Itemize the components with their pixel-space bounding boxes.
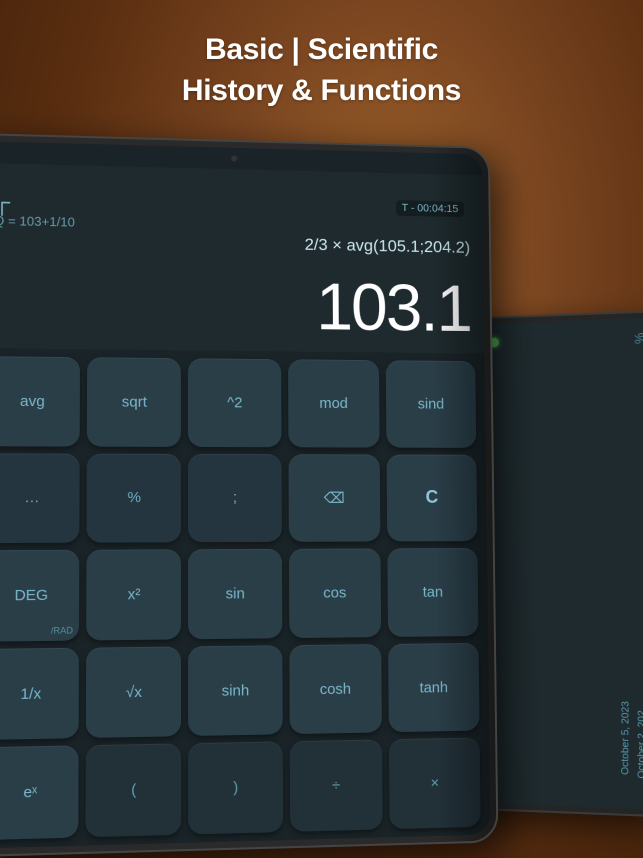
key-label: sin <box>226 585 245 602</box>
key--[interactable]: ( <box>86 744 182 838</box>
key-C[interactable]: C <box>386 454 477 542</box>
key-label: sinh <box>222 682 250 700</box>
key-label: avg <box>20 393 45 410</box>
title-area: Basic | Scientific History & Functions <box>0 30 643 111</box>
tablet-screen: ┌ T - 00:04:15 Q = 103+1/10 2/3 × avg(10… <box>0 141 491 849</box>
key-sublabel: /RAD <box>51 625 73 635</box>
key--[interactable]: ) <box>188 742 282 835</box>
history-date-1: October 5, 2023 <box>620 701 631 775</box>
key-DEG[interactable]: DEG/RAD <box>0 550 79 641</box>
key--[interactable]: % <box>87 453 182 543</box>
key-sind[interactable]: sind <box>386 360 477 447</box>
key-label: √x <box>126 683 142 701</box>
key--[interactable]: … <box>0 453 80 543</box>
key-label: ^2 <box>227 394 242 411</box>
key-label: cos <box>323 584 346 601</box>
key-e-[interactable]: eˣ <box>0 746 79 840</box>
key-tan[interactable]: tan <box>387 548 478 637</box>
display-area: ┌ T - 00:04:15 Q = 103+1/10 2/3 × avg(10… <box>0 163 485 354</box>
key-label: ( <box>131 781 136 799</box>
key--x[interactable]: √x <box>86 646 181 738</box>
key-1-x[interactable]: 1/x <box>0 648 79 741</box>
title-line1: Basic | Scientific <box>0 30 643 71</box>
title-line2: History & Functions <box>0 71 643 112</box>
expression-line: 2/3 × avg(105.1;204.2) <box>305 235 471 258</box>
key--[interactable]: ⌫ <box>288 454 380 542</box>
key-cos[interactable]: cos <box>289 549 381 638</box>
key--[interactable]: × <box>389 738 481 829</box>
key-label: DEG <box>14 587 48 605</box>
key-sinh[interactable]: sinh <box>188 645 282 736</box>
key-sqrt[interactable]: sqrt <box>87 357 181 446</box>
corner-icon: ┌ <box>0 191 10 213</box>
key-label: … <box>24 489 40 506</box>
key-label: ; <box>233 489 237 506</box>
camera-dot <box>231 156 237 162</box>
key-label: C <box>426 487 439 508</box>
key-avg[interactable]: avg <box>0 356 80 446</box>
key-label: sind <box>418 396 445 413</box>
key-cosh[interactable]: cosh <box>289 644 382 735</box>
key-mod[interactable]: mod <box>288 359 380 447</box>
key-x-[interactable]: x² <box>86 550 181 641</box>
key-label: tan <box>423 584 443 601</box>
key-label: mod <box>319 395 348 412</box>
key-label: ÷ <box>332 777 340 794</box>
key-label: ) <box>233 779 238 797</box>
key-label: ⌫ <box>324 489 345 507</box>
keypad: avg sqrt ^2 mod sind …%; ⌫ C DEG/RAD x² sin cos tan 1… <box>0 348 491 849</box>
history-line: Q = 103+1/10 <box>0 213 75 230</box>
key-label: × <box>430 775 439 792</box>
key-sin[interactable]: sin <box>188 549 282 639</box>
key--[interactable]: ÷ <box>289 740 382 832</box>
key-label: 1/x <box>20 685 41 703</box>
key-label: eˣ <box>23 784 37 802</box>
key-label: tanh <box>419 679 448 696</box>
history-dates: October 5, 2023 October 2, 202... <box>618 701 643 779</box>
history-date-2: October 2, 202... <box>636 701 643 778</box>
timer-badge: T - 00:04:15 <box>396 200 464 217</box>
key-label: x² <box>128 586 141 603</box>
key-label: sqrt <box>122 393 147 410</box>
key-label: % <box>127 489 141 506</box>
result-display: 103.1 <box>316 273 471 341</box>
key--2[interactable]: ^2 <box>188 358 281 447</box>
main-tablet: ┌ T - 00:04:15 Q = 103+1/10 2/3 × avg(10… <box>0 133 498 858</box>
percent-label: % <box>632 332 643 344</box>
key-tanh[interactable]: tanh <box>388 643 480 733</box>
key-label: cosh <box>320 680 351 698</box>
key--[interactable]: ; <box>188 454 281 543</box>
